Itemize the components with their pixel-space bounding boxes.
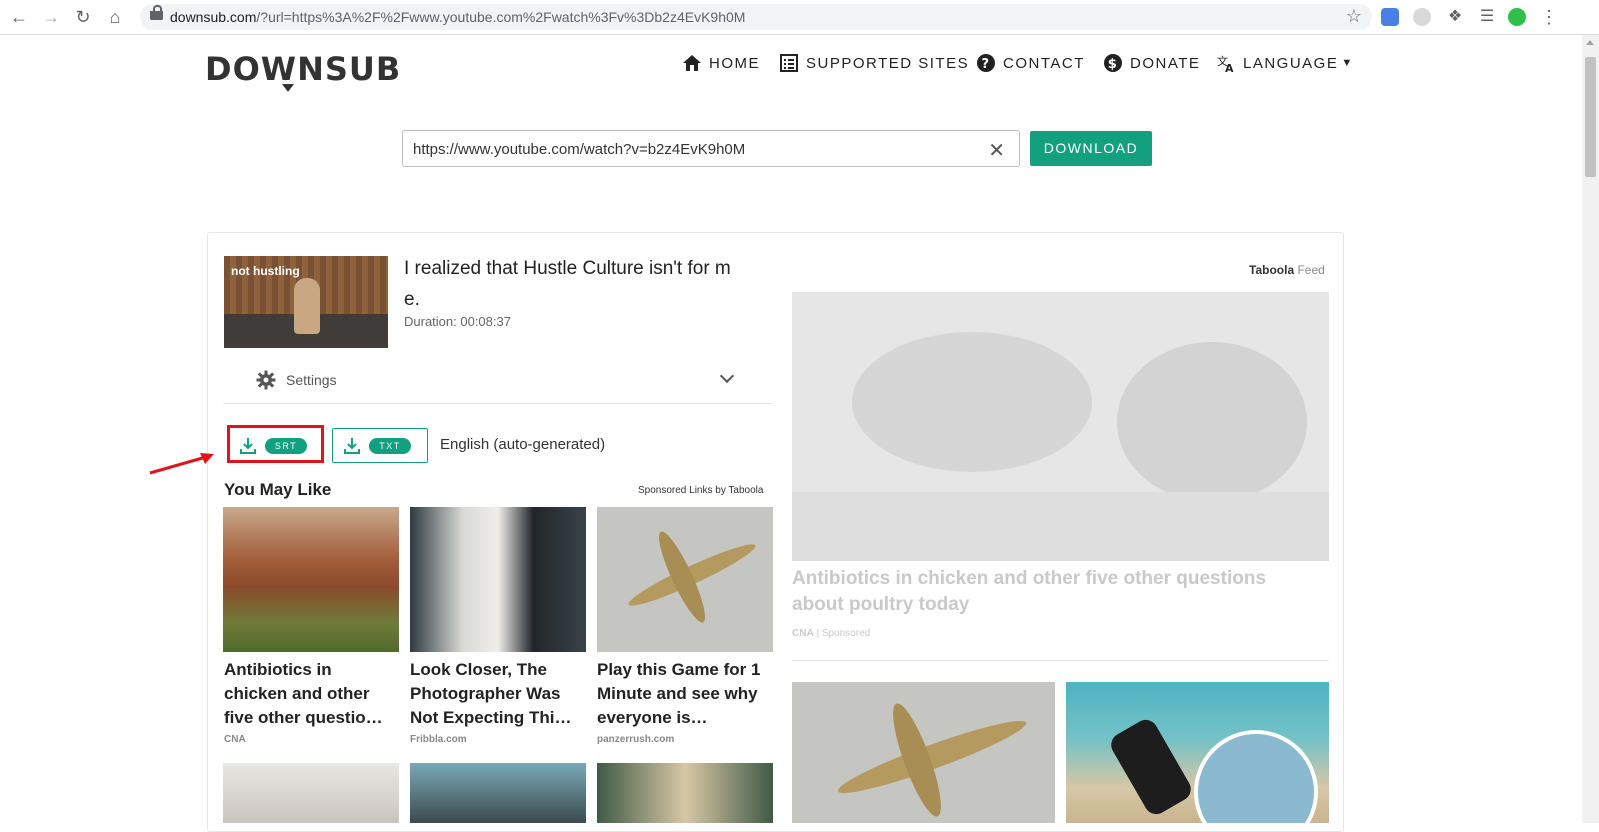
url-input[interactable]: https://www.youtube.com/watch?v=b2z4EvK9…: [402, 130, 1020, 167]
txt-label: TXT: [369, 438, 411, 454]
profile-avatar-icon[interactable]: [1508, 8, 1526, 26]
download-icon: [344, 438, 360, 454]
video-duration: Duration: 00:08:37: [404, 314, 511, 329]
subtitle-language: English (auto-generated): [440, 436, 606, 453]
caret-down-icon: ▼: [1341, 57, 1354, 69]
nav-language-label: LANGUAGE: [1243, 54, 1339, 72]
annotation-highlight-box: [227, 425, 324, 463]
page-scrollbar[interactable]: [1582, 35, 1599, 823]
divider: [223, 403, 772, 404]
sponsored-links-label[interactable]: Sponsored Links by Taboola: [638, 485, 763, 496]
tile-image-chickens[interactable]: [223, 507, 399, 652]
scrollbar-thumb[interactable]: [1585, 57, 1596, 177]
translate-icon: 文A: [1217, 54, 1235, 73]
gear-icon: [256, 370, 276, 390]
nav-home-label: HOME: [709, 54, 760, 72]
annotation-arrow-icon: [149, 453, 214, 475]
nav-donate-label: DONATE: [1130, 54, 1201, 72]
logo-arrow-icon: [282, 84, 294, 92]
url-input-value: https://www.youtube.com/watch?v=b2z4EvK9…: [413, 141, 746, 158]
nav-language[interactable]: 文A LANGUAGE ▼: [1216, 53, 1354, 73]
downsub-logo[interactable]: DOWNSUB: [205, 50, 401, 92]
bookmark-star-icon[interactable]: ☆: [1346, 6, 1362, 27]
tile-image-airplane[interactable]: [597, 507, 773, 652]
nav-home[interactable]: HOME: [682, 53, 760, 73]
forward-icon[interactable]: →: [40, 6, 62, 28]
dollar-icon: $: [1104, 54, 1122, 72]
address-bar[interactable]: downsub.com/?url=https%3A%2F%2Fwww.youtu…: [140, 4, 1372, 30]
feed-image-beach[interactable]: [1066, 682, 1329, 832]
tile-source: Fribbla.com: [410, 734, 467, 745]
extensions-puzzle-icon[interactable]: ❖: [1444, 6, 1466, 28]
media-queue-icon[interactable]: ☰: [1476, 6, 1498, 28]
tile-image-row2[interactable]: [410, 763, 586, 823]
tile-title[interactable]: Play this Game for 1 Minute and see why ev…: [597, 658, 773, 730]
tile-title[interactable]: Antibiotics in chicken and other five othe…: [224, 658, 400, 730]
scroll-up-icon[interactable]: [1586, 40, 1594, 45]
list-icon: [780, 54, 798, 72]
feed-source: CNA | Sponsored: [792, 628, 871, 639]
txt-download-button[interactable]: TXT: [332, 428, 428, 463]
feed-title[interactable]: Antibiotics in chicken and other five ot…: [792, 566, 1312, 618]
tile-source: panzerrush.com: [597, 734, 675, 745]
home-icon: [683, 55, 701, 71]
svg-text:$: $: [1108, 57, 1119, 72]
browser-toolbar: ← → ↻ ⌂ downsub.com/?url=https%3A%2F%2Fw…: [0, 0, 1599, 35]
divider: [792, 660, 1329, 661]
tile-source: CNA: [224, 734, 246, 745]
thumbnail-caption: not hustling: [231, 264, 300, 278]
nav-supported-sites[interactable]: SUPPORTED SITES: [779, 53, 969, 73]
lock-icon: [150, 5, 163, 20]
tile-image-wedding[interactable]: [410, 507, 586, 652]
nav-donate[interactable]: $ DONATE: [1103, 53, 1200, 73]
video-thumbnail: not hustling: [224, 256, 388, 348]
nav-contact-label: CONTACT: [1003, 54, 1085, 72]
feed-image-airplane[interactable]: [792, 682, 1055, 823]
extension-icon[interactable]: [1413, 8, 1431, 26]
settings-toggle[interactable]: Settings: [256, 370, 337, 390]
clear-icon[interactable]: ✕: [988, 138, 1005, 163]
tile-image-row2[interactable]: [223, 763, 399, 823]
tile-image-row2[interactable]: [597, 763, 773, 823]
taboola-feed-label[interactable]: Taboola Feed: [1249, 263, 1325, 277]
tile-title[interactable]: Look Closer, The Photographer Was Not Expe…: [410, 658, 586, 730]
feed-image-chickens[interactable]: [792, 292, 1329, 561]
svg-text:A: A: [1225, 62, 1235, 73]
you-may-like-heading: You May Like: [224, 480, 332, 499]
address-url: downsub.com/?url=https%3A%2F%2Fwww.youtu…: [170, 9, 746, 25]
video-title: I realized that Hustle Culture isn't for…: [404, 258, 731, 310]
svg-text:?: ?: [981, 57, 990, 72]
home-browser-icon[interactable]: ⌂: [104, 6, 126, 28]
browser-menu-icon[interactable]: ⋮: [1538, 6, 1560, 28]
back-icon[interactable]: ←: [8, 6, 30, 28]
translate-extension-icon[interactable]: [1381, 8, 1399, 26]
nav-contact[interactable]: ? CONTACT: [976, 53, 1085, 73]
download-button[interactable]: DOWNLOAD: [1030, 131, 1152, 166]
settings-label: Settings: [286, 372, 337, 388]
question-icon: ?: [977, 54, 995, 72]
reload-icon[interactable]: ↻: [72, 6, 94, 28]
nav-supported-sites-label: SUPPORTED SITES: [806, 54, 970, 72]
